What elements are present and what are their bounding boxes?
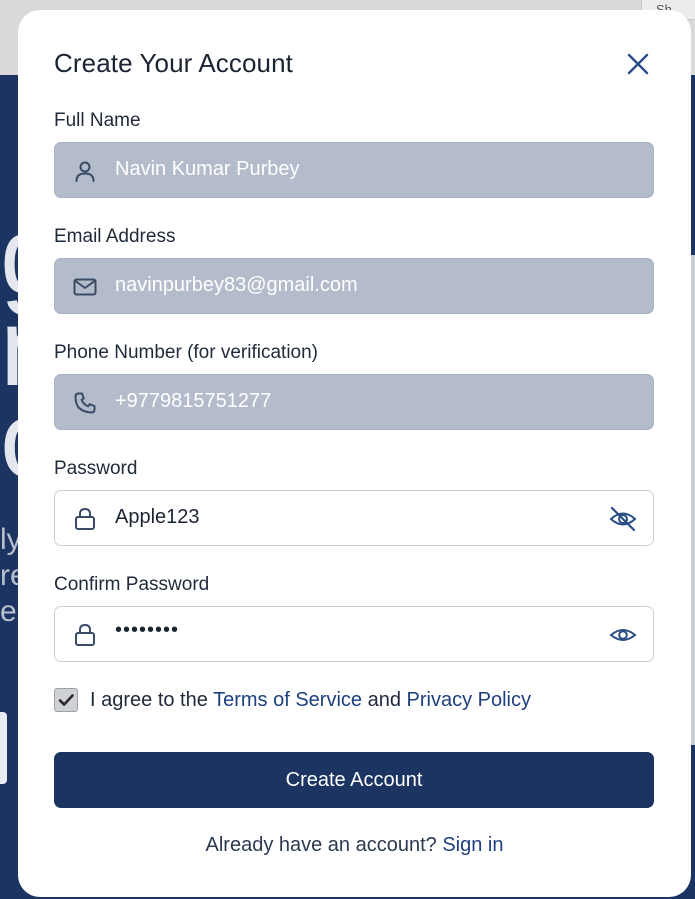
full-name-field[interactable]: Navin Kumar Purbey [54, 142, 654, 198]
phone-label: Phone Number (for verification) [54, 342, 318, 363]
full-name-label: Full Name [54, 110, 141, 131]
signin-link[interactable]: Sign in [442, 834, 503, 856]
email-label: Email Address [54, 226, 176, 247]
agreement-row: I agree to the Terms of Service and Priv… [54, 688, 654, 714]
modal-title: Create Your Account [54, 48, 293, 78]
check-icon [58, 694, 74, 706]
terms-of-service-link[interactable]: Terms of Service [213, 689, 362, 711]
phone-field[interactable]: +9779815751277 [54, 374, 654, 430]
privacy-policy-link[interactable]: Privacy Policy [407, 689, 531, 711]
eye-icon[interactable] [608, 620, 638, 650]
lock-icon [72, 622, 98, 648]
password-value: Apple123 [115, 506, 200, 528]
full-name-value: Navin Kumar Purbey [115, 158, 300, 180]
password-field[interactable]: Apple123 [54, 490, 654, 546]
agree-checkbox[interactable] [54, 688, 78, 712]
agreement-text: I agree to the Terms of Service and Priv… [90, 689, 531, 712]
user-icon [72, 158, 98, 184]
password-label: Password [54, 458, 138, 479]
eye-off-icon[interactable] [608, 504, 638, 534]
agreement-prefix: I agree to the [90, 689, 208, 711]
signin-row: Already have an account? Sign in [18, 834, 691, 857]
signin-prompt: Already have an account? [205, 834, 437, 856]
lock-icon [72, 506, 98, 532]
email-field[interactable]: navinpurbey83@gmail.com [54, 258, 654, 314]
create-account-button[interactable]: Create Account [54, 752, 654, 808]
background-hero-button [0, 712, 7, 784]
confirm-password-label: Confirm Password [54, 574, 210, 595]
close-icon[interactable] [624, 50, 652, 78]
agreement-conjunction: and [367, 689, 401, 711]
confirm-password-field[interactable]: •••••••• [54, 606, 654, 662]
phone-icon [72, 390, 98, 416]
mail-icon [72, 274, 98, 300]
email-value: navinpurbey83@gmail.com [115, 274, 358, 296]
signup-modal: Create Your Account Full Name Navin Kuma… [18, 10, 691, 897]
phone-value: +9779815751277 [115, 390, 272, 412]
confirm-password-value: •••••••• [115, 619, 180, 641]
